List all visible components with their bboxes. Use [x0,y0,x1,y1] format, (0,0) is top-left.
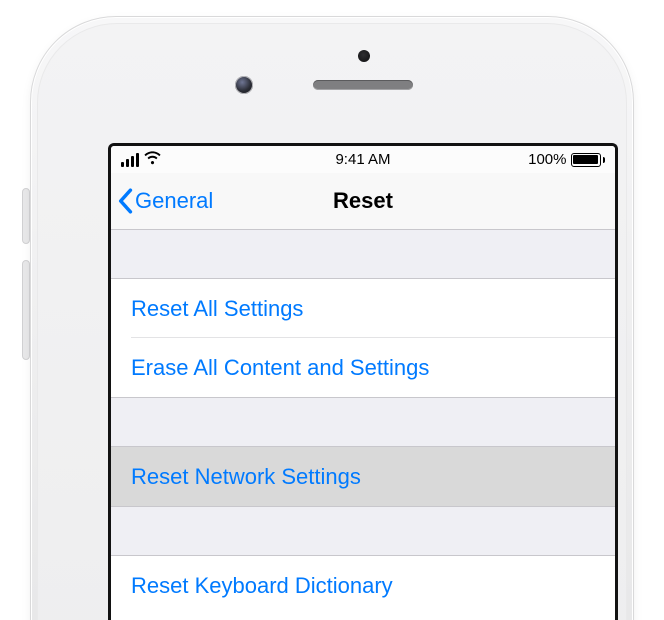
proximity-sensor [358,50,370,62]
screen: 9:41 AM 100% General [108,143,618,620]
cell-erase-all-content[interactable]: Erase All Content and Settings [111,338,615,397]
cell-reset-all-settings[interactable]: Reset All Settings [111,279,615,338]
status-bar: 9:41 AM 100% [111,146,615,173]
chevron-left-icon [117,188,133,214]
back-label: General [135,188,213,214]
cell-label: Reset Keyboard Dictionary [131,573,393,599]
settings-table: Reset All Settings Erase All Content and… [111,230,615,615]
back-button[interactable]: General [111,173,217,229]
phone-side-button [22,188,30,244]
cell-reset-keyboard-dictionary[interactable]: Reset Keyboard Dictionary [111,556,615,615]
navigation-bar: General Reset [111,173,615,230]
cell-reset-network-settings[interactable]: Reset Network Settings [111,447,615,506]
battery-icon [571,153,606,167]
phone-body: 9:41 AM 100% General [30,16,634,620]
cell-label: Erase All Content and Settings [131,355,429,381]
front-camera [235,76,253,94]
battery-percentage: 100% [528,151,566,168]
phone-side-button [22,260,30,360]
cell-label: Reset All Settings [131,296,303,322]
earpiece [313,80,413,90]
cell-label: Reset Network Settings [131,464,361,490]
wifi-icon [143,151,162,169]
signal-icon [121,153,139,167]
